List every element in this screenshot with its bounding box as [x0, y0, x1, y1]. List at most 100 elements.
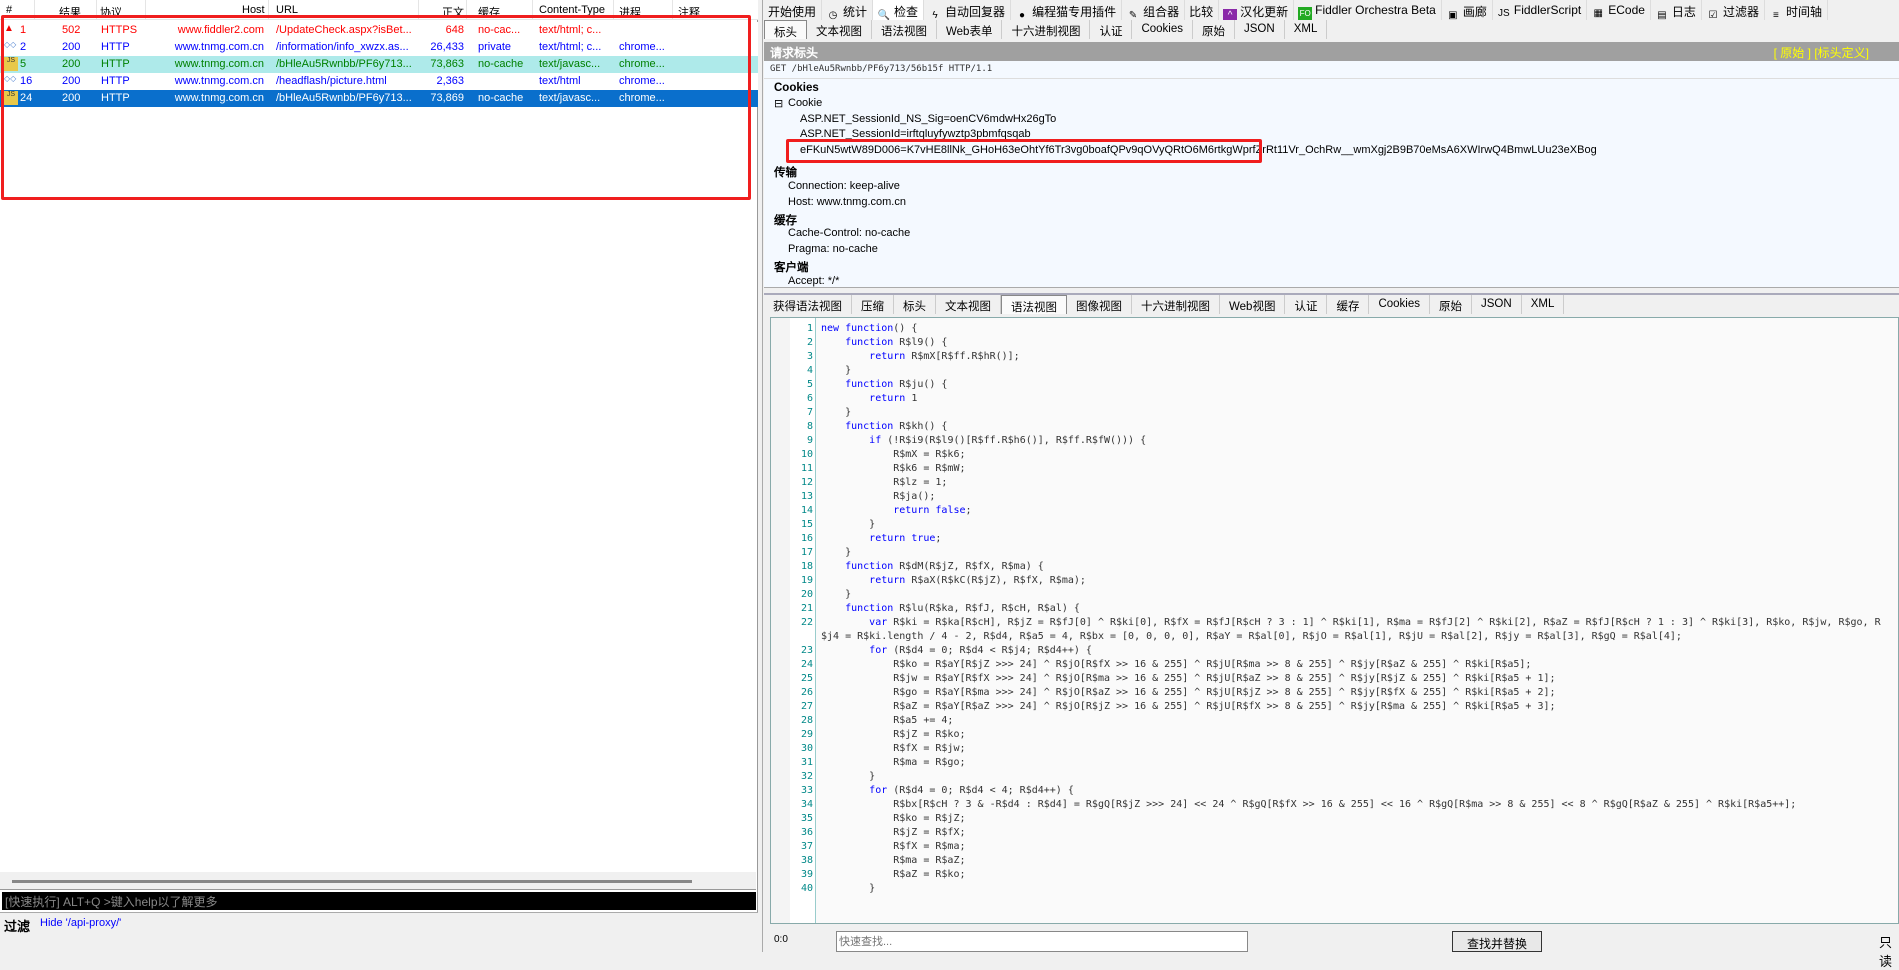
main-tab-4[interactable]: ● 编程猫专用插件 — [1011, 0, 1123, 21]
code-text: R$aZ = R$ko; — [821, 869, 966, 880]
code-text: for (R$d4 = 0; R$d4 < 4; R$d4++) { — [869, 785, 1074, 796]
main-tab-7[interactable]: ^ 汉化更新 — [1219, 0, 1295, 23]
request-tab[interactable]: JSON — [1235, 20, 1285, 39]
filter-value[interactable]: Hide '/api-proxy/' — [40, 917, 121, 929]
main-tab-label: 检查 — [894, 5, 919, 19]
request-tab[interactable]: 语法视图 — [872, 20, 937, 39]
line-number: 20 — [800, 589, 813, 600]
header-item[interactable]: Pragma: no-cache — [788, 243, 878, 255]
highlight-box-cookie — [786, 139, 1262, 163]
main-tab-label: 组合器 — [1143, 5, 1180, 19]
syntax-view-editor[interactable]: 1 new function() {2 function R$l9() {3 re… — [770, 317, 1899, 924]
request-tab[interactable]: Cookies — [1132, 20, 1194, 39]
find-replace-button[interactable]: 查找并替换 — [1452, 931, 1542, 952]
header-item[interactable]: Cache-Control: no-cache — [788, 227, 910, 239]
main-tab-label: 自动回复器 — [945, 5, 1006, 19]
script-icon: JS — [1498, 8, 1510, 19]
line-number: 39 — [800, 869, 813, 880]
collapse-icon[interactable]: ⊟ — [774, 97, 783, 110]
main-tab-10[interactable]: JS FiddlerScript — [1493, 0, 1588, 20]
response-tab[interactable]: 图像视图 — [1067, 295, 1132, 314]
response-tab[interactable]: XML — [1522, 295, 1565, 314]
request-tab[interactable]: Web表单 — [937, 20, 1003, 39]
group-transport: 传输 — [774, 167, 797, 179]
main-tab-11[interactable]: ▦ ECode — [1587, 0, 1651, 20]
main-tab-2[interactable]: 🔍 检查 — [873, 0, 925, 21]
main-tab-5[interactable]: ✎ 组合器 — [1122, 0, 1186, 21]
code-line: 8 function R$kh() { — [771, 420, 1896, 434]
line-number: 8 — [806, 421, 813, 432]
code-text: } — [821, 883, 876, 894]
line-number: 33 — [800, 785, 813, 796]
code-line: 16 return true; — [771, 532, 1896, 546]
request-tab[interactable]: 标头 — [764, 20, 807, 39]
line-number: 36 — [800, 827, 813, 838]
code-line: 20 } — [771, 588, 1896, 602]
line-number: 5 — [806, 379, 813, 390]
raw-link[interactable]: [ 原始 ] — [1774, 46, 1811, 60]
code-text: } — [821, 519, 876, 530]
inspector-pane: 开始使用 ◷ 统计 🔍 检查 ϟ 自动回复器 ● 编程猫专用插件 ✎ 组合器 比较 ^ 汉化更新 FO Fid… — [764, 0, 1899, 969]
response-tab[interactable]: 标头 — [894, 295, 936, 314]
code-text: R$ma = R$aZ; — [821, 855, 966, 866]
main-tab-13[interactable]: ☑ 过滤器 — [1702, 0, 1765, 21]
main-tab-9[interactable]: ▣ 画廊 — [1442, 0, 1493, 21]
code-line: 23 for (R$d4 = 0; R$d4 < R$j4; R$d4++) { — [771, 644, 1896, 658]
response-tab[interactable]: 文本视图 — [936, 295, 1001, 314]
code-line: 5 function R$ju() { — [771, 378, 1896, 392]
response-tab[interactable]: 获得语法视图 — [764, 295, 852, 314]
main-tab-3[interactable]: ϟ 自动回复器 — [924, 0, 1012, 21]
response-tab[interactable]: 认证 — [1285, 295, 1328, 314]
code-text: function R$dM(R$jZ, R$fX, R$ma) { — [845, 561, 1044, 572]
cookie-node[interactable]: Cookie — [788, 97, 822, 109]
main-tab-0[interactable]: 开始使用 — [764, 0, 823, 20]
request-tab[interactable]: XML — [1285, 20, 1328, 39]
code-text: R$bx[R$cH ? 3 & -R$d4 : R$d4] = R$gQ[R$j… — [821, 799, 1797, 810]
header-item[interactable]: Connection: keep-alive — [788, 180, 900, 192]
code-line: 2 function R$l9() { — [771, 336, 1896, 350]
response-tab[interactable]: 原始 — [1430, 295, 1473, 314]
line-number: 18 — [800, 561, 813, 572]
header-definitions-link[interactable]: [标头定义] — [1814, 46, 1869, 60]
scrollbar-thumb[interactable] — [12, 880, 692, 883]
main-tabs: 开始使用 ◷ 统计 🔍 检查 ϟ 自动回复器 ● 编程猫专用插件 ✎ 组合器 比较 ^ 汉化更新 FO Fid… — [764, 0, 1899, 23]
response-tab[interactable]: Web视图 — [1220, 295, 1286, 314]
main-tab-14[interactable]: ≡ 时间轴 — [1765, 0, 1828, 21]
main-tab-8[interactable]: FO Fiddler Orchestra Beta — [1294, 0, 1442, 21]
response-tab[interactable]: 缓存 — [1327, 295, 1370, 314]
main-tab-1[interactable]: ◷ 统计 — [822, 0, 874, 21]
request-tab[interactable]: 文本视图 — [807, 20, 872, 39]
line-number: 23 — [800, 645, 813, 656]
code-line: 37 R$fX = R$ma; — [771, 840, 1896, 854]
main-tab-label: 日志 — [1671, 5, 1696, 19]
code-line: 25 R$jw = R$aY[R$fX >>> 24] ^ R$jO[R$ma … — [771, 672, 1896, 686]
code-text: return 1 — [869, 393, 918, 404]
response-tab[interactable]: 语法视图 — [1001, 295, 1067, 314]
header-item[interactable]: Host: www.tnmg.com.cn — [788, 196, 906, 208]
request-tab[interactable]: 认证 — [1090, 20, 1133, 39]
code-line: 35 R$ko = R$jZ; — [771, 812, 1896, 826]
code-line: 22 var R$ki = R$ka[R$cH], R$jZ = R$fJ[0]… — [771, 616, 1896, 644]
main-tab-6[interactable]: 比较 — [1185, 0, 1220, 20]
line-number: 28 — [800, 715, 813, 726]
line-number: 31 — [800, 757, 813, 768]
response-inspector-tabs: 获得语法视图 压缩 标头 文本视图 语法视图 图像视图 十六进制视图 Web视图 认证 缓存 Coo… — [764, 293, 1899, 315]
quickexec-input[interactable]: [快速执行] ALT+Q >键入help以了解更多 — [2, 892, 756, 910]
response-tab[interactable]: 压缩 — [852, 295, 894, 314]
response-tab[interactable]: Cookies — [1369, 295, 1431, 314]
cookie-item[interactable]: ASP.NET_SessionId_NS_Sig=oenCV6mdwHx26gT… — [800, 113, 1056, 125]
main-tab-12[interactable]: ▤ 日志 — [1651, 0, 1702, 21]
response-tab[interactable]: 十六进制视图 — [1132, 295, 1220, 314]
request-tab[interactable]: 十六进制视图 — [1002, 20, 1091, 39]
code-text: } — [821, 547, 852, 558]
request-tab[interactable]: 原始 — [1193, 20, 1236, 39]
quick-find-input[interactable] — [836, 931, 1248, 952]
line-number: 25 — [800, 673, 813, 684]
header-item[interactable]: Accept: */* — [788, 275, 839, 287]
code-line: 7 } — [771, 406, 1896, 420]
request-headers-title: 请求标头 — [770, 46, 819, 60]
group-client: 客户端 — [774, 262, 809, 274]
horizontal-scrollbar[interactable] — [0, 872, 756, 890]
pane-splitter[interactable] — [758, 0, 763, 952]
response-tab[interactable]: JSON — [1472, 295, 1522, 314]
